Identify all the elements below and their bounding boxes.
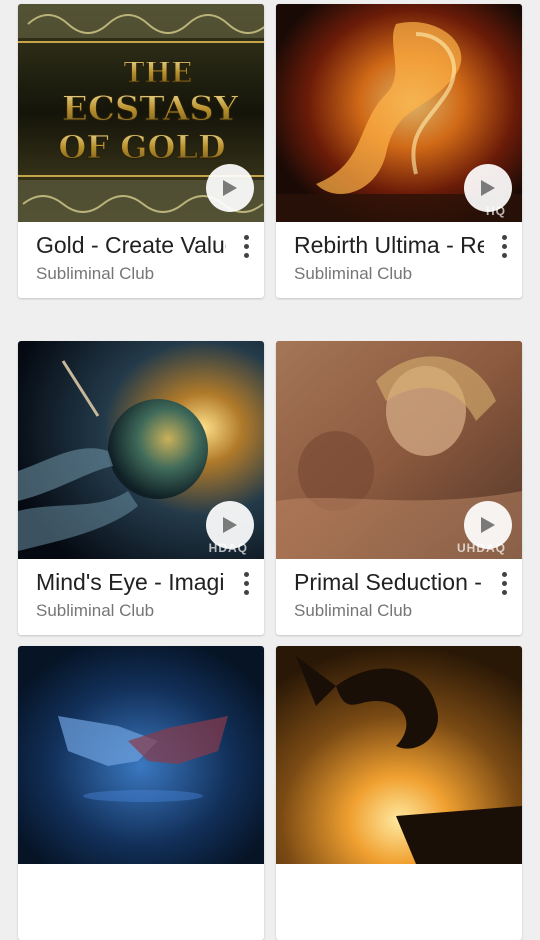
video-title[interactable]: Primal Seduction -: [294, 567, 484, 597]
play-icon: [481, 180, 495, 196]
video-card[interactable]: HDAQ Mind's Eye - Imagination Subliminal…: [18, 341, 264, 635]
play-button[interactable]: [206, 501, 254, 549]
video-thumbnail[interactable]: HDAQ: [18, 341, 264, 559]
video-card[interactable]: HQ Rebirth Ultima - Rebirth Subliminal C…: [276, 4, 522, 298]
more-vert-icon: [501, 234, 507, 240]
video-thumbnail[interactable]: THE ECSTASY OF GOLD: [18, 4, 264, 222]
thumbnail-text-line-2: ECSTASY: [62, 89, 239, 129]
more-options-button[interactable]: [236, 569, 256, 597]
thumbnail-text-line-3: OF GOLD: [58, 128, 225, 166]
channel-name[interactable]: Subliminal Club: [36, 263, 154, 285]
more-vert-icon: [243, 234, 249, 240]
more-options-button[interactable]: [236, 232, 256, 260]
video-card[interactable]: [18, 646, 264, 940]
video-thumbnail[interactable]: UHDAQ: [276, 341, 522, 559]
video-thumbnail[interactable]: HQ: [276, 4, 522, 222]
video-title[interactable]: Mind's Eye - Imagination: [36, 567, 226, 597]
video-card[interactable]: UHDAQ Primal Seduction - Subliminal Club: [276, 341, 522, 635]
video-thumbnail[interactable]: [18, 646, 264, 864]
thumbnail-text-line-1: THE: [124, 56, 193, 89]
play-button[interactable]: [206, 164, 254, 212]
video-card[interactable]: [276, 646, 522, 940]
play-icon: [481, 517, 495, 533]
play-button[interactable]: [464, 164, 512, 212]
video-thumbnail[interactable]: [276, 646, 522, 864]
more-vert-icon: [243, 571, 249, 577]
video-title[interactable]: Rebirth Ultima - Rebirth: [294, 230, 484, 260]
more-vert-icon: [501, 571, 507, 577]
more-options-button[interactable]: [494, 232, 514, 260]
more-options-button[interactable]: [494, 569, 514, 597]
video-title[interactable]: Gold - Create Value: [36, 230, 226, 260]
channel-name[interactable]: Subliminal Club: [294, 263, 412, 285]
channel-name[interactable]: Subliminal Club: [294, 600, 412, 622]
play-button[interactable]: [464, 501, 512, 549]
channel-name[interactable]: Subliminal Club: [36, 600, 154, 622]
video-card[interactable]: THE ECSTASY OF GOLD Gold - Create Value …: [18, 4, 264, 298]
play-icon: [223, 180, 237, 196]
play-icon: [223, 517, 237, 533]
